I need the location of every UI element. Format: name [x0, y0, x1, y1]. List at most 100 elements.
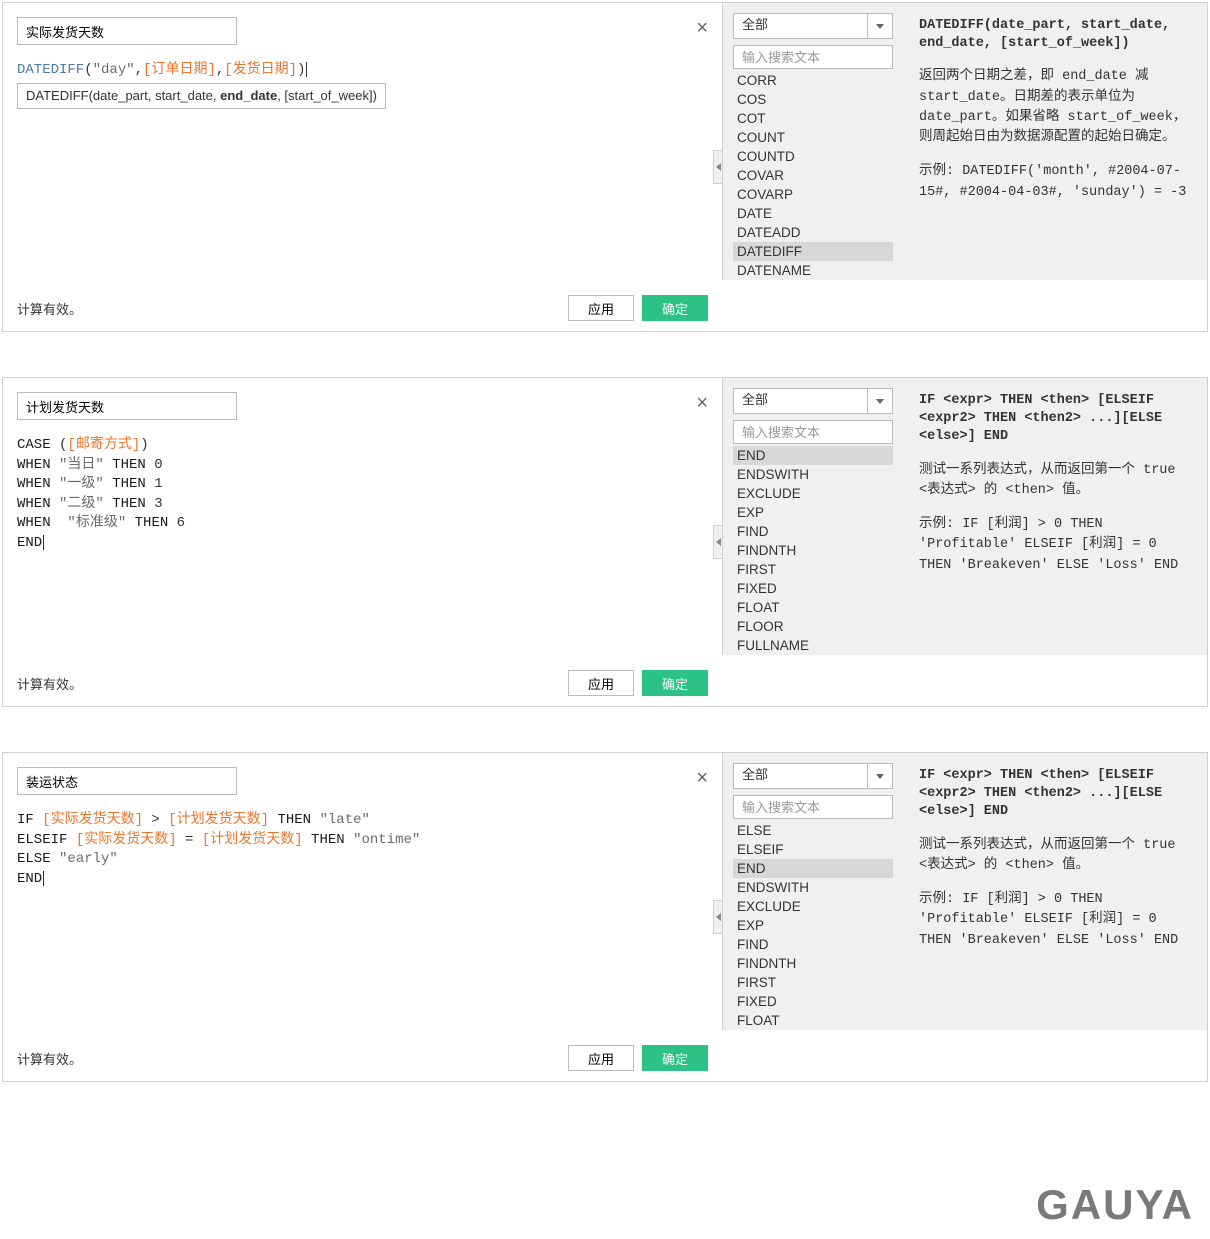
function-item[interactable]: ENDSWITH	[733, 878, 893, 897]
chevron-down-icon	[876, 774, 884, 779]
function-item[interactable]: EXP	[733, 916, 893, 935]
collapse-handle[interactable]	[713, 900, 722, 934]
watermark: GAUYA	[1036, 1181, 1194, 1229]
function-search-input[interactable]	[733, 420, 893, 444]
function-item[interactable]: FINDNTH	[733, 954, 893, 973]
formula-editor[interactable]: CASE ([邮寄方式]) WHEN "当日" THEN 0 WHEN "一级"…	[17, 436, 708, 662]
formula-editor[interactable]: IF [实际发货天数] > [计划发货天数] THEN "late" ELSEI…	[17, 811, 708, 1037]
collapse-handle[interactable]	[713, 525, 722, 559]
function-item[interactable]: COVARP	[733, 185, 893, 204]
function-item[interactable]: COS	[733, 90, 893, 109]
doc-signature: IF <expr> THEN <then> [ELSEIF <expr2> TH…	[919, 767, 1191, 822]
function-panel: 全部 CORRCOSCOTCOUNTCOUNTDCOVARCOVARPDATED…	[722, 3, 1207, 280]
function-panel: 全部 ENDENDSWITHEXCLUDEEXPFINDFINDNTHFIRST…	[722, 378, 1207, 655]
doc-example: 示例: IF [利润] > 0 THEN 'Profitable' ELSEIF…	[919, 515, 1191, 576]
function-item[interactable]: ELSE	[733, 821, 893, 840]
close-icon[interactable]: ×	[696, 392, 708, 414]
ok-button[interactable]: 确定	[642, 1045, 708, 1071]
function-panel: 全部 ELSEELSEIFENDENDSWITHEXCLUDEEXPFINDFI…	[722, 753, 1207, 1030]
function-item[interactable]: EXCLUDE	[733, 484, 893, 503]
function-item[interactable]: DATE	[733, 204, 893, 223]
function-item[interactable]: COUNT	[733, 128, 893, 147]
calc-name-input[interactable]	[17, 767, 237, 795]
category-dropdown-button[interactable]	[867, 763, 893, 789]
function-item[interactable]: FINDNTH	[733, 541, 893, 560]
category-select[interactable]: 全部	[733, 763, 893, 789]
editor-footer: 计算有效。 应用 确定	[17, 670, 708, 696]
category-dropdown-button[interactable]	[867, 13, 893, 39]
function-item[interactable]: FIRST	[733, 560, 893, 579]
editor-left-pane: × CASE ([邮寄方式]) WHEN "当日" THEN 0 WHEN "一…	[3, 378, 722, 706]
collapse-handle[interactable]	[713, 150, 722, 184]
function-list[interactable]: CORRCOSCOTCOUNTCOUNTDCOVARCOVARPDATEDATE…	[733, 71, 893, 280]
category-value: 全部	[733, 763, 867, 789]
apply-button[interactable]: 应用	[568, 295, 634, 321]
calc-editor-dialog: × IF [实际发货天数] > [计划发货天数] THEN "late" ELS…	[2, 752, 1208, 1082]
function-item[interactable]: EXP	[733, 503, 893, 522]
doc-signature: DATEDIFF(date_part, start_date, end_date…	[919, 17, 1191, 53]
doc-description: 测试一系列表达式，从而返回第一个 true <表达式> 的 <then> 值。	[919, 461, 1191, 502]
calc-editor-dialog: × CASE ([邮寄方式]) WHEN "当日" THEN 0 WHEN "一…	[2, 377, 1208, 707]
apply-button[interactable]: 应用	[568, 1045, 634, 1071]
function-item[interactable]: FLOAT	[733, 1011, 893, 1030]
status-text: 计算有效。	[17, 1049, 560, 1068]
function-item[interactable]: END	[733, 859, 893, 878]
function-item[interactable]: ELSEIF	[733, 840, 893, 859]
function-item[interactable]: DATEADD	[733, 223, 893, 242]
function-item[interactable]: COUNTD	[733, 147, 893, 166]
close-icon[interactable]: ×	[696, 767, 708, 789]
chevron-left-icon	[716, 538, 721, 546]
function-list[interactable]: ELSEELSEIFENDENDSWITHEXCLUDEEXPFINDFINDN…	[733, 821, 893, 1030]
function-search-input[interactable]	[733, 795, 893, 819]
function-search-input[interactable]	[733, 45, 893, 69]
category-select[interactable]: 全部	[733, 13, 893, 39]
function-item[interactable]: COT	[733, 109, 893, 128]
calc-name-input[interactable]	[17, 17, 237, 45]
function-item[interactable]: FIRST	[733, 973, 893, 992]
function-item[interactable]: FIXED	[733, 579, 893, 598]
function-item[interactable]: FLOOR	[733, 617, 893, 636]
ok-button[interactable]: 确定	[642, 295, 708, 321]
calc-editor-dialog: × DATEDIFF("day",[订单日期],[发货日期])DATEDIFF(…	[2, 2, 1208, 332]
category-value: 全部	[733, 388, 867, 414]
function-item[interactable]: FLOAT	[733, 598, 893, 617]
chevron-left-icon	[716, 163, 721, 171]
function-item[interactable]: FIXED	[733, 992, 893, 1011]
status-text: 计算有效。	[17, 299, 560, 318]
doc-description: 测试一系列表达式，从而返回第一个 true <表达式> 的 <then> 值。	[919, 836, 1191, 877]
ok-button[interactable]: 确定	[642, 670, 708, 696]
doc-example: 示例: IF [利润] > 0 THEN 'Profitable' ELSEIF…	[919, 890, 1191, 951]
chevron-down-icon	[876, 399, 884, 404]
doc-example: 示例: DATEDIFF('month', #2004-07-15#, #200…	[919, 162, 1191, 203]
editor-left-pane: × DATEDIFF("day",[订单日期],[发货日期])DATEDIFF(…	[3, 3, 722, 331]
calc-name-input[interactable]	[17, 392, 237, 420]
function-item[interactable]: CORR	[733, 71, 893, 90]
close-icon[interactable]: ×	[696, 17, 708, 39]
function-list-column: 全部 ELSEELSEIFENDENDSWITHEXCLUDEEXPFINDFI…	[723, 753, 903, 1030]
editor-left-pane: × IF [实际发货天数] > [计划发货天数] THEN "late" ELS…	[3, 753, 722, 1081]
doc-description: 返回两个日期之差，即 end_date 减 start_date。日期差的表示单…	[919, 67, 1191, 148]
editor-footer: 计算有效。 应用 确定	[17, 295, 708, 321]
function-doc: DATEDIFF(date_part, start_date, end_date…	[903, 3, 1207, 280]
formula-tooltip: DATEDIFF(date_part, start_date, end_date…	[17, 83, 386, 109]
category-dropdown-button[interactable]	[867, 388, 893, 414]
function-item[interactable]: DATENAME	[733, 261, 893, 280]
function-list-column: 全部 CORRCOSCOTCOUNTCOUNTDCOVARCOVARPDATED…	[723, 3, 903, 280]
apply-button[interactable]: 应用	[568, 670, 634, 696]
function-doc: IF <expr> THEN <then> [ELSEIF <expr2> TH…	[903, 378, 1207, 655]
editor-footer: 计算有效。 应用 确定	[17, 1045, 708, 1071]
function-item[interactable]: COVAR	[733, 166, 893, 185]
chevron-left-icon	[716, 913, 721, 921]
function-list[interactable]: ENDENDSWITHEXCLUDEEXPFINDFINDNTHFIRSTFIX…	[733, 446, 893, 655]
function-item[interactable]: FIND	[733, 935, 893, 954]
status-text: 计算有效。	[17, 674, 560, 693]
function-item[interactable]: FULLNAME	[733, 636, 893, 655]
formula-editor[interactable]: DATEDIFF("day",[订单日期],[发货日期])DATEDIFF(da…	[17, 61, 708, 287]
category-select[interactable]: 全部	[733, 388, 893, 414]
function-item[interactable]: ENDSWITH	[733, 465, 893, 484]
function-list-column: 全部 ENDENDSWITHEXCLUDEEXPFINDFINDNTHFIRST…	[723, 378, 903, 655]
function-item[interactable]: EXCLUDE	[733, 897, 893, 916]
function-item[interactable]: FIND	[733, 522, 893, 541]
function-item[interactable]: DATEDIFF	[733, 242, 893, 261]
function-item[interactable]: END	[733, 446, 893, 465]
